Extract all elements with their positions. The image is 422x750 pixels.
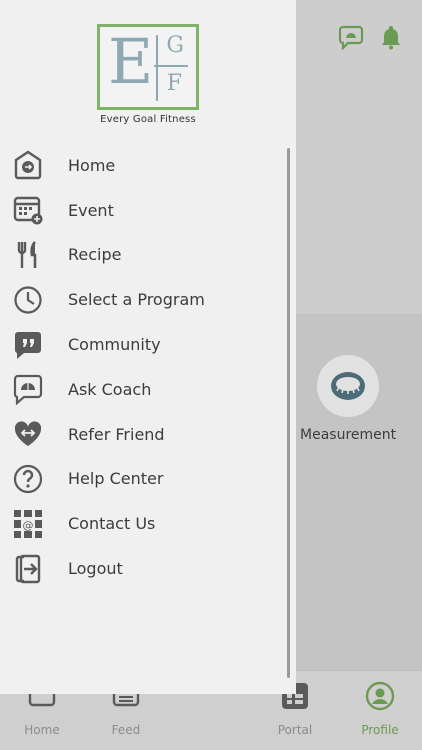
menu-item-home[interactable]: Home — [0, 143, 286, 188]
logo-tagline: Every Goal Fitness — [100, 114, 196, 125]
logout-icon — [15, 554, 41, 583]
question-icon — [13, 464, 43, 494]
menu-item-recipe-label: Recipe — [68, 245, 122, 265]
calendar-icon — [13, 196, 43, 225]
logo-letter-f: F — [166, 71, 182, 96]
menu-item-select-program-label: Select a Program — [68, 290, 205, 310]
measurement-tile[interactable]: Measurement — [300, 355, 396, 443]
home-icon — [14, 150, 42, 180]
menu-item-select-program[interactable]: Select a Program — [0, 277, 286, 322]
svg-text:@: @ — [23, 519, 34, 532]
menu-item-logout[interactable]: Logout — [0, 546, 286, 591]
chat-coach-icon[interactable] — [338, 24, 364, 50]
fork-knife-icon — [17, 241, 37, 268]
menu-item-community-label: Community — [68, 335, 161, 355]
menu-item-community[interactable]: Community — [0, 322, 286, 367]
logo-letter-e: E — [108, 25, 154, 98]
measurement-button[interactable] — [317, 355, 379, 417]
menu-item-recipe[interactable]: Recipe — [0, 233, 286, 278]
menu-item-refer-friend-label: Refer Friend — [68, 424, 165, 444]
menu-item-contact-us-label: Contact Us — [68, 514, 156, 534]
heart-arrows-icon — [14, 421, 42, 447]
at-grid-icon: @ — [14, 509, 42, 538]
brand-logo: E G F Every Goal Fitness — [0, 24, 296, 125]
bottom-nav-portal-label: Portal — [277, 723, 313, 737]
menu-item-help-center[interactable]: Help Center — [0, 457, 286, 502]
bottom-nav-profile-label: Profile — [361, 723, 399, 737]
clock-icon — [14, 286, 42, 314]
quote-chat-icon — [14, 331, 41, 359]
side-drawer: E G F Every Goal Fitness Home Event Reci… — [0, 0, 296, 694]
bell-icon[interactable] — [378, 24, 404, 50]
menu-item-logout-label: Logout — [68, 559, 123, 579]
header-actions — [338, 24, 404, 50]
menu-item-event[interactable]: Event — [0, 188, 286, 233]
drawer-scrollbar[interactable] — [287, 148, 290, 678]
bottom-nav-feed-label: Feed — [111, 723, 141, 737]
menu-item-home-label: Home — [68, 155, 116, 175]
coach-chat-icon — [13, 375, 43, 406]
bottom-nav-home-label: Home — [24, 723, 60, 737]
drawer-menu: Home Event Recipe Select a Program Commu… — [0, 143, 286, 591]
menu-item-ask-coach-label: Ask Coach — [68, 379, 152, 399]
menu-item-help-center-label: Help Center — [68, 469, 164, 489]
profile-icon — [365, 681, 395, 711]
menu-item-event-label: Event — [68, 200, 114, 220]
menu-item-ask-coach[interactable]: Ask Coach — [0, 367, 286, 412]
menu-item-refer-friend[interactable]: Refer Friend — [0, 412, 286, 457]
measurement-label: Measurement — [300, 427, 397, 443]
logo-letter-g: G — [166, 33, 184, 58]
logo-divider-horizontal — [154, 65, 188, 67]
bottom-nav-profile[interactable]: Profile — [345, 671, 415, 737]
tape-measure-icon — [331, 372, 365, 400]
logo-box: E G F — [97, 24, 199, 110]
menu-item-contact-us[interactable]: @ Contact Us — [0, 501, 286, 546]
logo-divider-vertical — [156, 35, 158, 101]
